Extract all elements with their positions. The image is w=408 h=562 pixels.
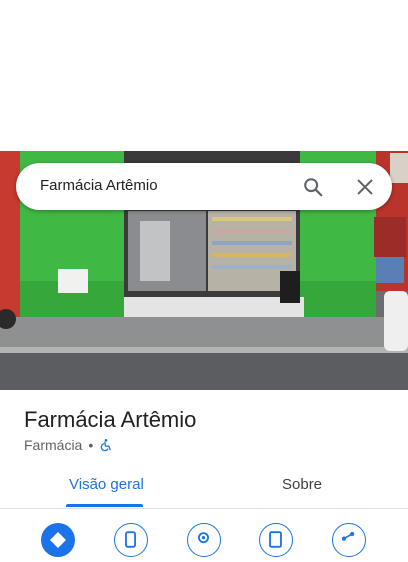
place-category: Farmácia	[24, 437, 83, 453]
place-title: Farmácia Artêmio	[24, 407, 197, 432]
search-bar[interactable]: Farmácia Artêmio	[16, 163, 392, 210]
tab-overview[interactable]: Visão geral	[69, 476, 144, 493]
share-button[interactable]	[332, 523, 366, 557]
wheelchair-icon[interactable]	[99, 438, 113, 452]
share-icon	[341, 531, 355, 541]
save-icon	[269, 531, 282, 548]
separator-dot: •	[88, 437, 94, 453]
location-button[interactable]	[187, 523, 221, 557]
active-tab-indicator	[66, 504, 143, 507]
save-button[interactable]	[259, 523, 293, 557]
search-input[interactable]: Farmácia Artêmio	[40, 177, 158, 194]
phone-icon	[125, 531, 136, 548]
location-icon	[198, 532, 209, 544]
directions-button[interactable]	[41, 523, 75, 557]
tab-about[interactable]: Sobre	[282, 476, 322, 493]
tab-bar: Visão geral Sobre	[0, 466, 408, 509]
call-button[interactable]	[114, 523, 148, 557]
close-icon[interactable]	[354, 176, 376, 198]
place-subtitle: Farmácia •	[24, 437, 113, 453]
directions-icon	[50, 532, 66, 548]
search-icon[interactable]	[302, 176, 324, 198]
